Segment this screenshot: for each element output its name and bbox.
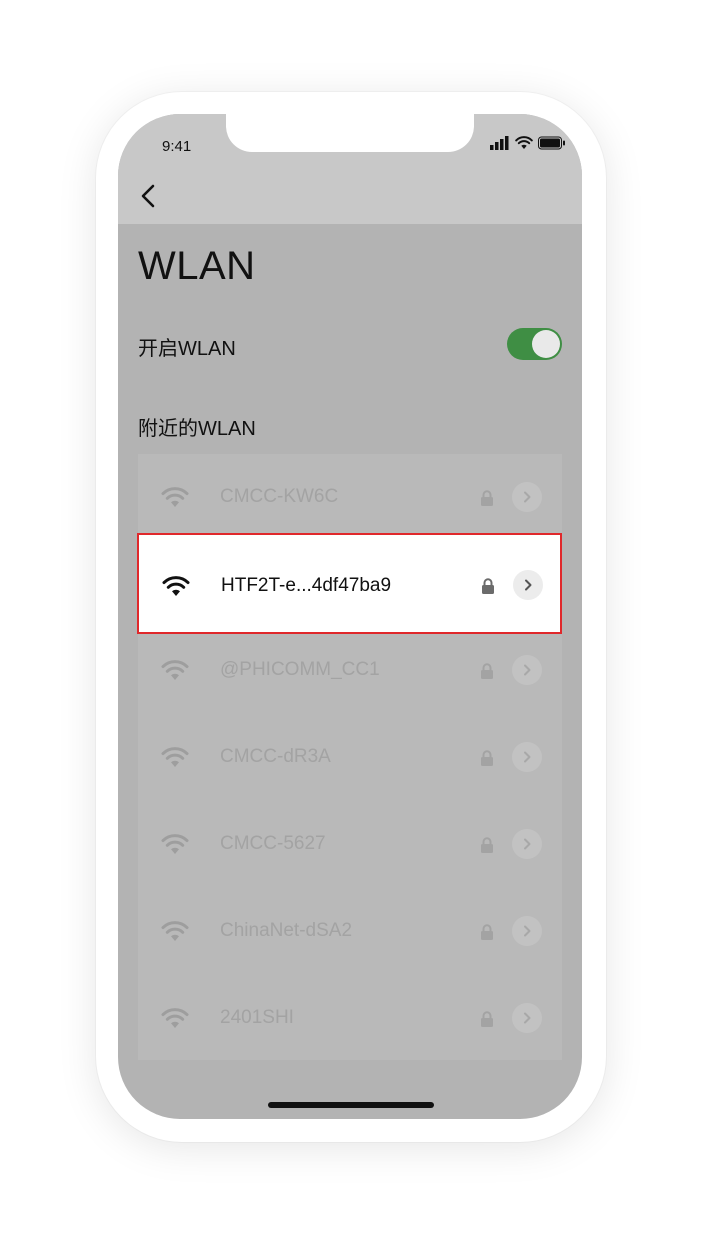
network-row[interactable]: CMCC-5627 xyxy=(138,801,562,887)
toggle-knob xyxy=(532,330,560,358)
network-detail-button[interactable] xyxy=(512,482,542,512)
network-ssid: @PHICOMM_CC1 xyxy=(220,659,380,680)
chevron-right-icon xyxy=(524,491,531,503)
wifi-icon xyxy=(161,1008,189,1028)
network-ssid: ChinaNet-dSA2 xyxy=(220,920,353,941)
lock-icon xyxy=(481,1011,493,1027)
chevron-left-icon xyxy=(141,184,155,208)
wifi-icon xyxy=(161,487,189,507)
lock-icon xyxy=(481,663,493,679)
lock-icon xyxy=(481,924,493,940)
network-ssid: HTF2T-e...4df47ba9 xyxy=(221,575,392,596)
wlan-toggle-row: 开启WLAN xyxy=(138,326,562,362)
network-ssid: CMCC-dR3A xyxy=(220,746,331,767)
chevron-right-icon xyxy=(524,1012,531,1024)
wifi-icon xyxy=(162,576,190,596)
network-row[interactable]: ChinaNet-dSA2 xyxy=(138,888,562,974)
lock-icon xyxy=(482,578,494,594)
network-row[interactable]: CMCC-KW6C xyxy=(138,454,562,540)
network-row[interactable]: CMCC-dR3A xyxy=(138,714,562,800)
wlan-toggle[interactable] xyxy=(507,328,562,360)
network-ssid: 2401SHI xyxy=(220,1007,294,1028)
lock-icon xyxy=(481,837,493,853)
nearby-wlan-label: 附近的WLAN xyxy=(138,418,256,440)
chevron-right-icon xyxy=(524,838,531,850)
network-detail-button[interactable] xyxy=(512,1003,542,1033)
back-button[interactable] xyxy=(136,180,160,212)
status-icons xyxy=(490,136,566,150)
network-detail-button[interactable] xyxy=(513,570,543,600)
lock-icon xyxy=(481,750,493,766)
wifi-icon xyxy=(161,660,189,680)
network-row[interactable]: 2401SHI xyxy=(138,975,562,1061)
chevron-right-icon xyxy=(524,925,531,937)
wifi-status-icon xyxy=(515,136,533,149)
wifi-icon xyxy=(161,747,189,767)
network-detail-button[interactable] xyxy=(512,655,542,685)
notch xyxy=(226,114,474,152)
network-detail-button[interactable] xyxy=(512,829,542,859)
wlan-toggle-label: 开启WLAN xyxy=(138,338,236,360)
page-title: WLAN xyxy=(138,244,256,288)
battery-icon xyxy=(538,136,565,150)
chevron-right-icon xyxy=(525,579,532,591)
chevron-right-icon xyxy=(524,664,531,676)
status-time: 9:41 xyxy=(162,138,192,155)
network-ssid: CMCC-5627 xyxy=(220,833,326,854)
chevron-right-icon xyxy=(524,751,531,763)
network-detail-button[interactable] xyxy=(512,742,542,772)
home-indicator xyxy=(268,1102,434,1108)
wifi-icon xyxy=(161,834,189,854)
network-detail-button[interactable] xyxy=(512,916,542,946)
network-ssid: CMCC-KW6C xyxy=(220,486,339,507)
lock-icon xyxy=(481,490,493,506)
network-row[interactable]: @PHICOMM_CC1 xyxy=(138,627,562,713)
signal-icon xyxy=(490,136,509,150)
network-row-highlighted[interactable]: HTF2T-e...4df47ba9 xyxy=(137,533,562,634)
wifi-icon xyxy=(161,921,189,941)
